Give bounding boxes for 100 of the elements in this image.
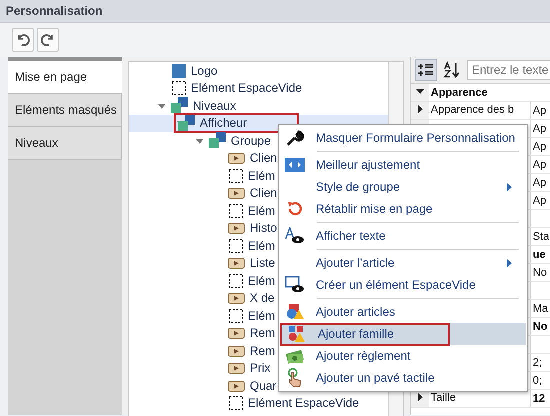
menu-item-label: Meilleur ajustement	[316, 158, 420, 172]
tree-item-label: Groupe	[231, 134, 272, 148]
fit-arrows-icon	[284, 158, 306, 172]
tree-item-label: Elém	[248, 238, 276, 253]
menu-item[interactable]: Ajouter un pavé tactile	[280, 367, 526, 389]
property-value: Ap	[532, 122, 546, 134]
tree-item[interactable]: Clien	[129, 184, 278, 202]
tree-item[interactable]: Prix	[129, 360, 271, 377]
stacked-squares-icon	[171, 97, 189, 114]
dashed-square-icon	[171, 80, 187, 96]
menu-item[interactable]: Ajouter famille	[280, 323, 526, 345]
dashed-square-icon	[228, 308, 244, 324]
property-name: Apparence des b	[429, 102, 531, 119]
stacked-squares-icon	[178, 114, 196, 132]
tree-item-label: Clien	[250, 186, 278, 200]
tree-item-label: Clien	[250, 151, 278, 166]
text-eye-icon	[284, 227, 306, 245]
property-value: Sta	[532, 230, 550, 242]
menu-item[interactable]: Afficher texte	[280, 225, 526, 247]
collapsed-arrow-icon[interactable]	[416, 104, 424, 116]
menu-item[interactable]: Créer un élément EspaceVide	[280, 274, 526, 296]
tree-item[interactable]: Elément EspaceVide	[129, 80, 302, 97]
tree-item[interactable]: Rem	[129, 324, 276, 342]
undo-button[interactable]	[12, 28, 34, 52]
menu-item[interactable]: Style de groupe	[280, 176, 526, 198]
menu-item[interactable]: Rétablir mise en page	[280, 198, 526, 220]
menu-item-label: Créer un élément EspaceVide	[316, 278, 476, 292]
tree-item[interactable]: Elément EspaceVide	[129, 394, 360, 412]
banknotes-icon	[284, 347, 306, 365]
tree-item-label: Elém	[248, 308, 276, 323]
property-value: 2;	[532, 356, 542, 368]
category-label: Apparence	[430, 86, 488, 98]
tree-item[interactable]: Niveaux	[129, 97, 236, 114]
tag-icon	[228, 361, 246, 376]
tree-item[interactable]: Quar	[129, 377, 277, 394]
block-icon	[171, 62, 187, 79]
tree-item[interactable]: Elém	[129, 307, 276, 324]
menu-item-label: Style de groupe	[316, 180, 400, 194]
tree-item-label: Elém	[248, 168, 276, 183]
dashed-square-icon	[228, 272, 244, 289]
tree-item[interactable]: Liste	[129, 254, 276, 272]
tab[interactable]: Mise en page	[8, 61, 122, 94]
property-value: Ap	[532, 140, 546, 152]
tag-icon	[228, 151, 246, 166]
dashed-square-icon	[228, 168, 244, 184]
menu-item-label: Ajouter règlement	[316, 349, 411, 363]
tree-item[interactable]: X de	[129, 290, 275, 307]
property-value: No	[532, 266, 548, 278]
menu-item-label: Rétablir mise en page	[316, 202, 433, 216]
menu-item-label: Ajouter l’article	[316, 256, 395, 270]
tree-item[interactable]: Elém	[129, 272, 276, 290]
menu-item[interactable]: Ajouter règlement	[280, 345, 526, 367]
stacked-squares-icon	[209, 132, 227, 150]
property-value: ue	[532, 248, 546, 260]
search-field[interactable]: Entrez le texte	[467, 60, 550, 80]
tree-item-label: Prix	[250, 361, 271, 376]
collapsed-arrow-icon[interactable]	[416, 392, 424, 404]
tree-item-label: X de	[250, 291, 275, 306]
tree-item[interactable]: Clien	[129, 150, 278, 167]
tab[interactable]: Niveaux	[8, 127, 122, 160]
tab[interactable]: Eléments masqués	[8, 94, 122, 127]
tree-item[interactable]: Logo	[129, 62, 218, 80]
tag-icon	[228, 256, 246, 270]
menu-item-label: Afficher texte	[316, 229, 386, 243]
property-value: Ap	[532, 176, 546, 188]
menu-item-label: Masquer Formulaire Personnalisation	[316, 131, 516, 145]
property-value: No	[532, 320, 548, 332]
tag-icon	[228, 344, 246, 358]
property-value: Ap	[532, 158, 546, 170]
categorized-icon[interactable]	[415, 59, 437, 81]
tree-item[interactable]: Groupe	[129, 132, 272, 150]
tree-item-label: Niveaux	[193, 98, 236, 113]
tree-item-label: Elément EspaceVide	[191, 81, 302, 96]
tree-item[interactable]: Elém	[129, 202, 276, 220]
menu-item-label: Ajouter articles	[316, 305, 396, 319]
tree-item-label: Afficheur	[200, 116, 248, 130]
menu-item-label: Ajouter famille	[318, 327, 394, 341]
menu-item[interactable]: Ajouter l’article	[280, 252, 526, 274]
tree-item[interactable]: Elém	[129, 237, 276, 254]
dashed-square-icon	[228, 202, 244, 219]
property-value: 0;	[532, 374, 542, 386]
tree-item-label: Quar	[250, 378, 277, 393]
property-value: Ma	[532, 302, 548, 314]
menu-item[interactable]: Meilleur ajustement	[280, 154, 526, 176]
tree-item[interactable]: Rem	[129, 342, 276, 360]
tree-item[interactable]: Histo	[129, 220, 278, 237]
tree-item-label: Rem	[250, 344, 276, 358]
tag-icon	[228, 378, 246, 393]
tree-item-label: Liste	[250, 256, 276, 270]
property-value: 12	[532, 392, 546, 404]
property-value: Ap	[532, 194, 546, 206]
tag-icon	[228, 221, 246, 236]
menu-item[interactable]: Ajouter articles	[280, 301, 526, 323]
tree-item[interactable]: Elém	[129, 167, 276, 184]
multi-shapes-icon	[286, 325, 308, 343]
tree-item-label: Histo	[250, 221, 278, 236]
redo-button[interactable]	[37, 28, 59, 52]
tree-item-label: Elém	[248, 204, 276, 218]
tag-icon	[228, 326, 246, 340]
tree-item-label: Elément EspaceVide	[248, 396, 360, 410]
